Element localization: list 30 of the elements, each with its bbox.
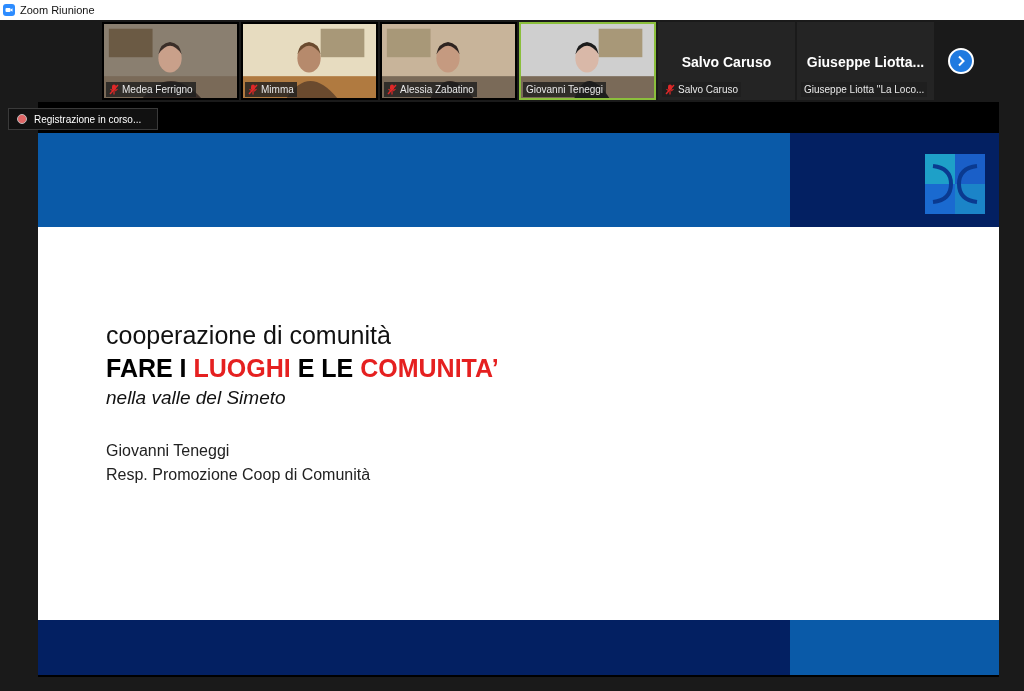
slide-location: nella valle del Simeto	[106, 386, 287, 410]
recording-indicator[interactable]: Registrazione in corso...	[8, 108, 158, 130]
participant-name: Alessia Zabatino	[400, 83, 474, 97]
slide-title: FARE I LUOGHI E LE COMUNITA’	[106, 353, 500, 384]
muted-mic-icon	[109, 84, 119, 95]
speaker-name: Giovanni Teneggi	[106, 441, 231, 461]
participant-tile[interactable]: Salvo Caruso Salvo Caruso	[658, 22, 795, 100]
app-icon	[3, 4, 15, 16]
video-tile[interactable]: Giovanni Teneggi	[519, 22, 656, 100]
participant-name: Giovanni Teneggi	[526, 83, 604, 97]
muted-mic-icon	[387, 84, 397, 95]
participant-name: Giuseppe Liotta "La Loco...	[804, 83, 925, 97]
logo-icon	[925, 154, 985, 214]
muted-mic-icon	[248, 84, 258, 95]
chevron-right-icon	[956, 55, 966, 67]
participant-name: Salvo Caruso	[678, 83, 739, 97]
video-tile[interactable]: Medea Ferrigno	[102, 22, 239, 100]
next-page-button[interactable]	[948, 48, 974, 74]
speaker-role: Resp. Promozione Coop di Comunità	[106, 465, 372, 485]
video-tile[interactable]: Alessia Zabatino	[380, 22, 517, 100]
participant-display-name: Salvo Caruso	[681, 53, 772, 72]
participant-display-name: Giuseppe Liotta...	[806, 53, 925, 72]
video-tile[interactable]: Mimma	[241, 22, 378, 100]
recording-label: Registrazione in corso...	[34, 112, 142, 127]
participant-name: Mimma	[261, 83, 294, 97]
muted-mic-icon	[665, 84, 675, 95]
participant-tile[interactable]: Giuseppe Liotta... Giuseppe Liotta "La Loco...	[797, 22, 934, 100]
window-title: Zoom Riunione	[20, 2, 95, 18]
participant-name: Medea Ferrigno	[122, 83, 193, 97]
slide-subtitle: cooperazione di comunità	[106, 320, 392, 351]
